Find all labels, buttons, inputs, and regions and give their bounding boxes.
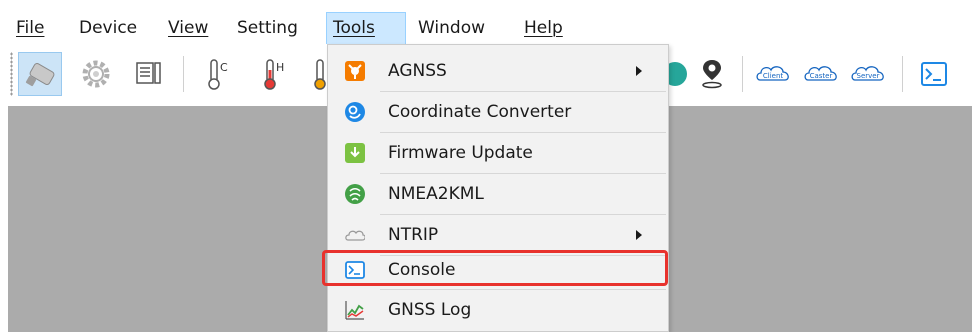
connect-button[interactable] (18, 52, 62, 96)
settings-button[interactable] (74, 52, 118, 96)
menu-item-agnss-label: AGNSS (388, 61, 447, 81)
menu-item-firmware-update[interactable]: Firmware Update (328, 133, 668, 173)
menu-item-nmea2kml-label: NMEA2KML (388, 184, 484, 204)
thermo-hot-button[interactable]: H (252, 52, 296, 96)
coordinate-converter-icon (345, 102, 365, 122)
menu-bar: File Device View Setting Tools Window He… (0, 0, 972, 44)
caster-cloud-icon: Caster (804, 66, 837, 81)
submenu-arrow-icon (636, 230, 642, 240)
server-button[interactable]: Server (847, 52, 891, 96)
menu-item-coordinate-converter-label: Coordinate Converter (388, 102, 572, 122)
toolbar-grip[interactable] (10, 52, 13, 96)
location-pin-icon (702, 60, 722, 89)
ntrip-cloud-icon (345, 230, 365, 241)
menu-setting-label: Setting (237, 18, 298, 38)
menu-file-label: File (16, 18, 45, 38)
menu-item-gnss-log-label: GNSS Log (388, 300, 472, 320)
server-label: Server (857, 72, 880, 80)
toolbar-separator (183, 56, 184, 92)
menu-window[interactable]: Window (412, 12, 491, 44)
menu-item-ntrip-label: NTRIP (388, 225, 439, 245)
agnss-icon (345, 61, 365, 81)
menu-item-firmware-update-label: Firmware Update (388, 143, 533, 163)
thermometer-hot-icon: H (264, 59, 284, 90)
tools-menu-dropdown: AGNSS Coordinate Converter Firmware Upda… (327, 44, 669, 332)
client-cloud-icon: Client (756, 66, 789, 81)
console-icon (921, 62, 947, 86)
toolbar-separator (742, 56, 743, 92)
client-button[interactable]: Client (752, 52, 796, 96)
menu-setting[interactable]: Setting (231, 12, 304, 44)
location-button[interactable] (690, 52, 734, 96)
nmea2kml-icon (345, 184, 365, 204)
server-cloud-icon: Server (851, 66, 884, 81)
menu-item-coordinate-converter[interactable]: Coordinate Converter (328, 92, 668, 132)
firmware-update-icon (345, 143, 365, 163)
menu-item-ntrip[interactable]: NTRIP (328, 215, 668, 255)
menu-view-label: View (168, 18, 209, 38)
client-label: Client (763, 72, 784, 80)
caster-button[interactable]: Caster (800, 52, 844, 96)
thermo-c-label: C (220, 61, 228, 74)
menu-device[interactable]: Device (73, 12, 143, 44)
thermo-cold-button[interactable]: C (196, 52, 240, 96)
document-button[interactable] (126, 52, 170, 96)
thermo-h-label: H (276, 61, 284, 74)
menu-file[interactable]: File (10, 12, 50, 44)
menu-tools-label: Tools (333, 18, 375, 38)
connect-icon (25, 63, 55, 87)
settings-gear-icon (82, 60, 110, 88)
menu-help-label: Help (524, 18, 563, 38)
menu-view[interactable]: View (162, 12, 214, 44)
menu-window-label: Window (418, 18, 486, 38)
menu-device-label: Device (79, 18, 138, 38)
console-button[interactable] (912, 52, 956, 96)
document-icon (136, 62, 161, 84)
menu-tools[interactable]: Tools (326, 12, 406, 44)
caster-label: Caster (810, 72, 833, 80)
menu-item-gnss-log[interactable]: GNSS Log (328, 290, 668, 330)
thermometer-cold-icon: C (208, 59, 228, 90)
console-highlight-annotation (322, 250, 668, 286)
submenu-arrow-icon (636, 66, 642, 76)
menu-item-agnss[interactable]: AGNSS (328, 51, 668, 91)
gnss-log-icon (345, 301, 364, 320)
menu-help[interactable]: Help (518, 12, 569, 44)
toolbar-separator (902, 56, 903, 92)
menu-item-nmea2kml[interactable]: NMEA2KML (328, 174, 668, 214)
